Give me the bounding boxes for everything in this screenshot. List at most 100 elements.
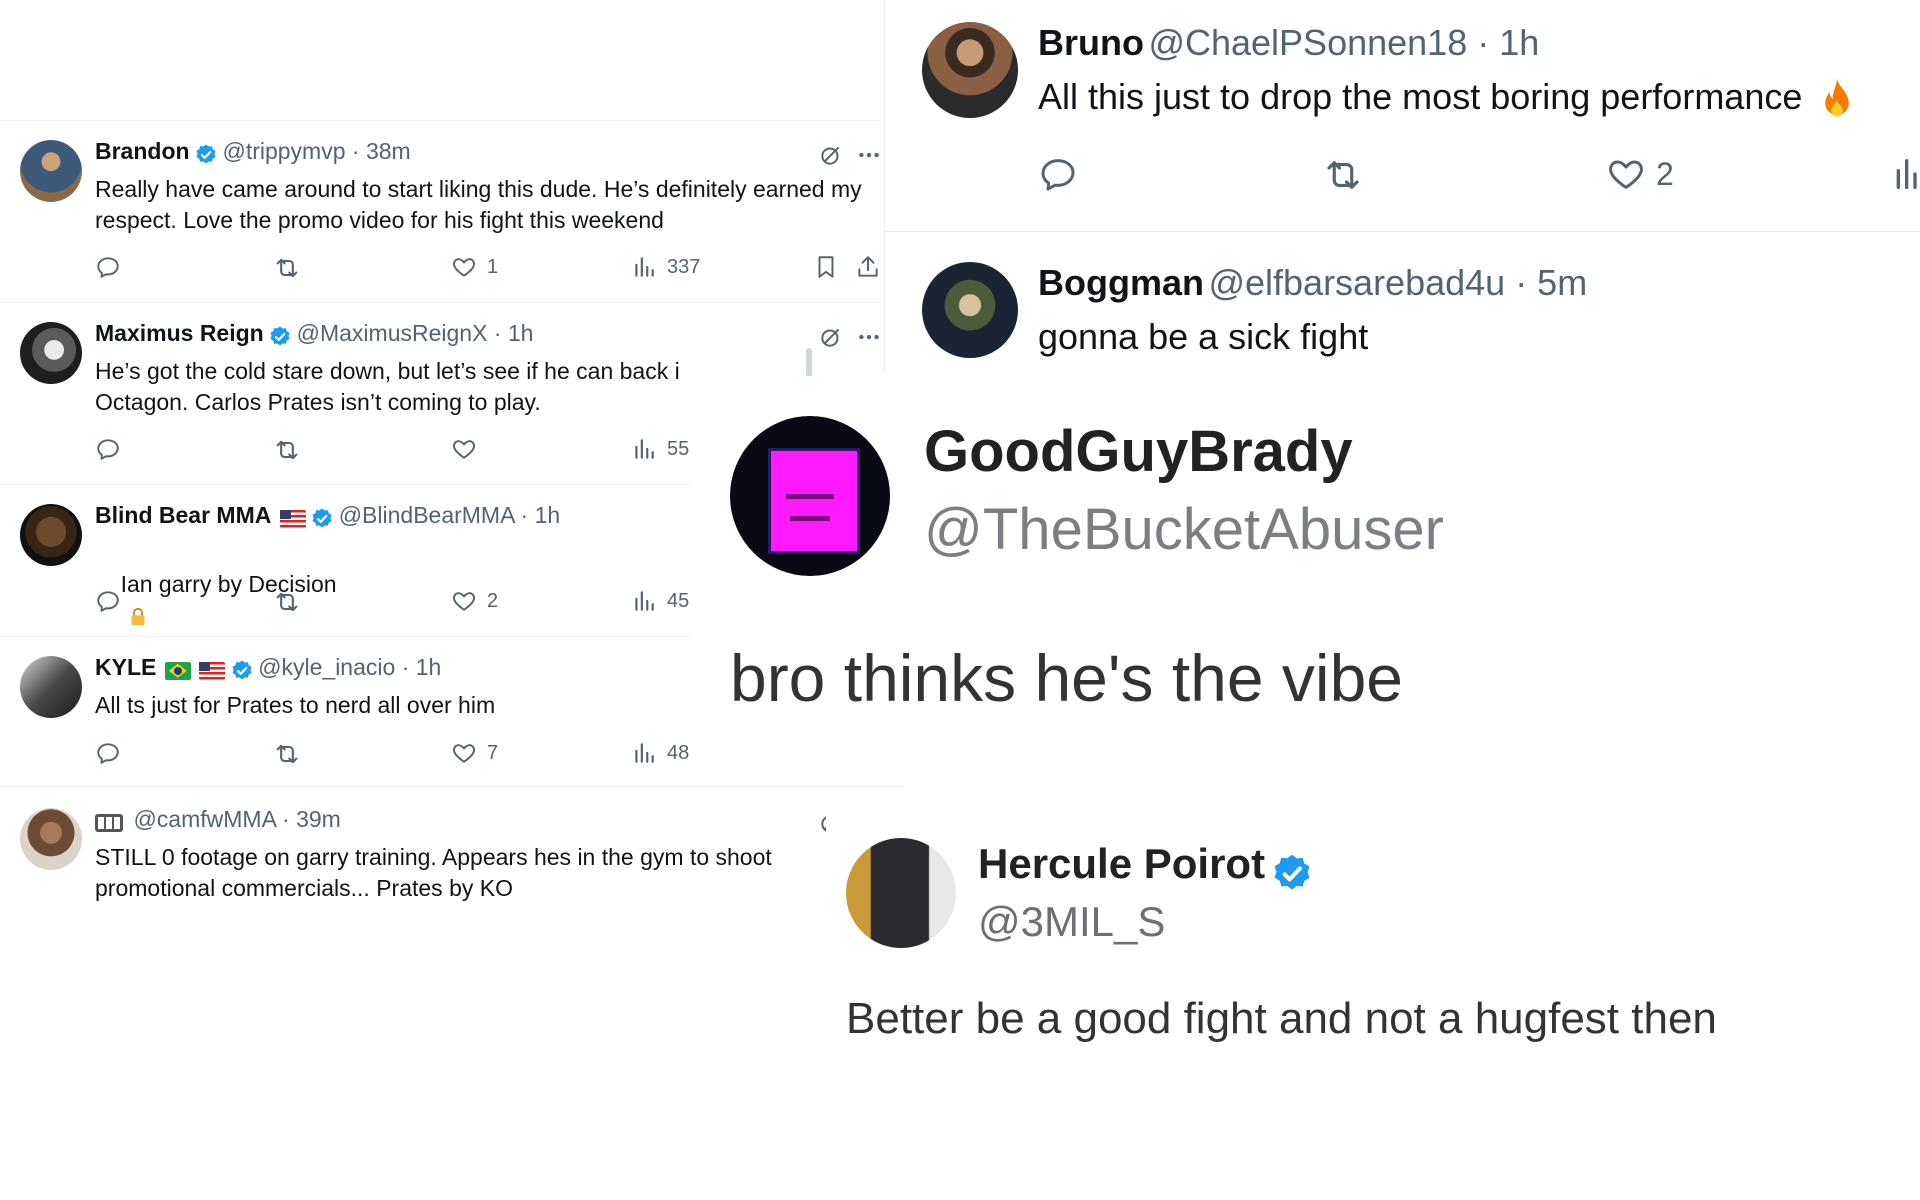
reply-icon [95,254,121,280]
like-count: 7 [487,741,499,764]
views-icon [631,436,657,462]
display-name[interactable]: GoodGuyBrady [924,418,1353,485]
avatar[interactable] [20,322,82,384]
display-name[interactable]: Hercule Poirot [978,840,1265,887]
divider [0,120,880,121]
tweet-header: KYLE @kyle_inacio · 1h [95,654,441,683]
retweet-icon [273,436,301,464]
tweet-text-content: All this just to drop the most boring pe… [1038,76,1803,117]
retweet-icon [1322,154,1364,196]
handle[interactable]: @BlindBearMMA · 1h [339,502,561,528]
fire-icon [1825,78,1850,118]
verified-icon [310,507,334,531]
views-button[interactable] [1890,154,1920,194]
like-button[interactable]: 1 [451,254,498,280]
tweet-header: Bruno @ChaelPSonnen18 · 1h [1038,22,1539,64]
like-button[interactable] [451,436,477,462]
avatar[interactable] [20,808,82,870]
avatar[interactable] [20,140,82,202]
tweet-brandon[interactable]: Brandon @trippymvp · 38m Really have cam… [0,138,880,298]
views-icon [631,740,657,766]
avatar[interactable] [922,262,1018,358]
like-icon [451,254,477,280]
tweet-header: Maximus Reign @MaximusReignX · 1h [95,320,533,349]
views-button[interactable]: 55 [631,436,689,462]
tweet-header: @camfwMMA · 39m [95,806,341,833]
reply-button[interactable] [95,436,121,462]
avatar[interactable] [730,416,890,576]
slot-machine-icon [95,813,123,832]
like-button[interactable]: 2 [451,588,498,614]
bookmark-button[interactable] [813,254,839,280]
display-name[interactable]: Maximus Reign [95,320,264,346]
tweet-text: He’s got the cold stare down, but let’s … [95,358,680,415]
reply-button[interactable] [95,588,121,614]
retweet-button[interactable] [273,740,301,768]
handle[interactable]: @camfwMMA · 39m [133,806,340,832]
handle[interactable]: @trippymvp · 38m [222,138,410,164]
display-name[interactable]: Blind Bear MMA [95,502,271,528]
tweet-text: Really have came around to start liking … [95,176,862,233]
tweet-header: Hercule Poirot [978,840,1314,896]
tweet-goodguybrady[interactable]: GoodGuyBrady @TheBucketAbuser bro thinks… [720,376,1920,736]
share-icon [855,254,881,280]
views-button[interactable]: 48 [631,740,689,766]
tweet-bruno[interactable]: Bruno @ChaelPSonnen18 · 1h All this just… [884,0,1920,230]
verified-icon [1270,852,1314,896]
handle[interactable]: @TheBucketAbuser [924,496,1444,563]
views-button[interactable]: 45 [631,588,689,614]
views-count: 55 [667,437,690,460]
like-icon [451,436,477,462]
avatar[interactable] [20,504,82,566]
share-button[interactable] [855,254,881,280]
us-flag-icon [199,661,226,680]
lock-icon [131,607,145,626]
grok-icon[interactable] [818,142,844,168]
handle[interactable]: @elfbarsarebad4u · 5m [1208,262,1587,303]
display-name[interactable]: Bruno [1038,22,1144,63]
retweet-button[interactable] [1322,154,1364,196]
display-name[interactable]: Brandon [95,138,190,164]
handle[interactable]: @kyle_inacio · 1h [258,654,441,680]
display-name[interactable]: KYLE [95,654,156,680]
retweet-button[interactable] [273,436,301,464]
tweet-header: Boggman @elfbarsarebad4u · 5m [1038,262,1587,304]
retweet-icon [273,254,301,282]
handle[interactable]: @ChaelPSonnen18 · 1h [1148,22,1539,63]
reply-button[interactable] [95,740,121,766]
tweet-boggman[interactable]: Boggman @elfbarsarebad4u · 5m gonna be a… [884,236,1920,372]
avatar[interactable] [922,22,1018,118]
tweet-header: Blind Bear MMA @BlindBearMMA · 1h [95,502,560,531]
handle[interactable]: @MaximusReignX · 1h [297,320,534,346]
like-icon [451,740,477,766]
handle[interactable]: @3MIL_S [978,898,1165,946]
reply-button[interactable] [95,254,121,280]
reply-button[interactable] [1038,154,1078,194]
more-icon[interactable] [856,324,882,350]
reply-icon [95,436,121,462]
tweet-text: bro thinks he's the vibe [730,641,1403,715]
retweet-button[interactable] [273,588,301,616]
avatar[interactable] [20,656,82,718]
reply-icon [95,588,121,614]
more-icon[interactable] [856,142,882,168]
tweet-header: Brandon @trippymvp · 38m [95,138,411,167]
verified-icon [268,325,292,349]
reply-icon [95,740,121,766]
retweet-button[interactable] [273,254,301,282]
avatar[interactable] [846,838,956,948]
grok-icon[interactable] [818,324,844,350]
like-button[interactable]: 2 [1606,154,1674,194]
views-button[interactable]: 337 [631,254,700,280]
like-button[interactable]: 7 [451,740,498,766]
tweet-hercule-poirot[interactable]: Hercule Poirot @3MIL_S Better be a good … [826,812,1916,1072]
avatar-image [768,448,860,554]
like-count: 2 [487,589,499,612]
avatar-image [786,494,834,499]
divider [884,231,1920,232]
display-name[interactable]: Boggman [1038,262,1204,303]
views-count: 45 [667,589,690,612]
tweet-text: gonna be a sick fight [1038,316,1369,357]
views-count: 337 [667,255,701,278]
tweet-camfwmma[interactable]: @camfwMMA · 39m STILL 0 footage on garry… [0,806,880,916]
